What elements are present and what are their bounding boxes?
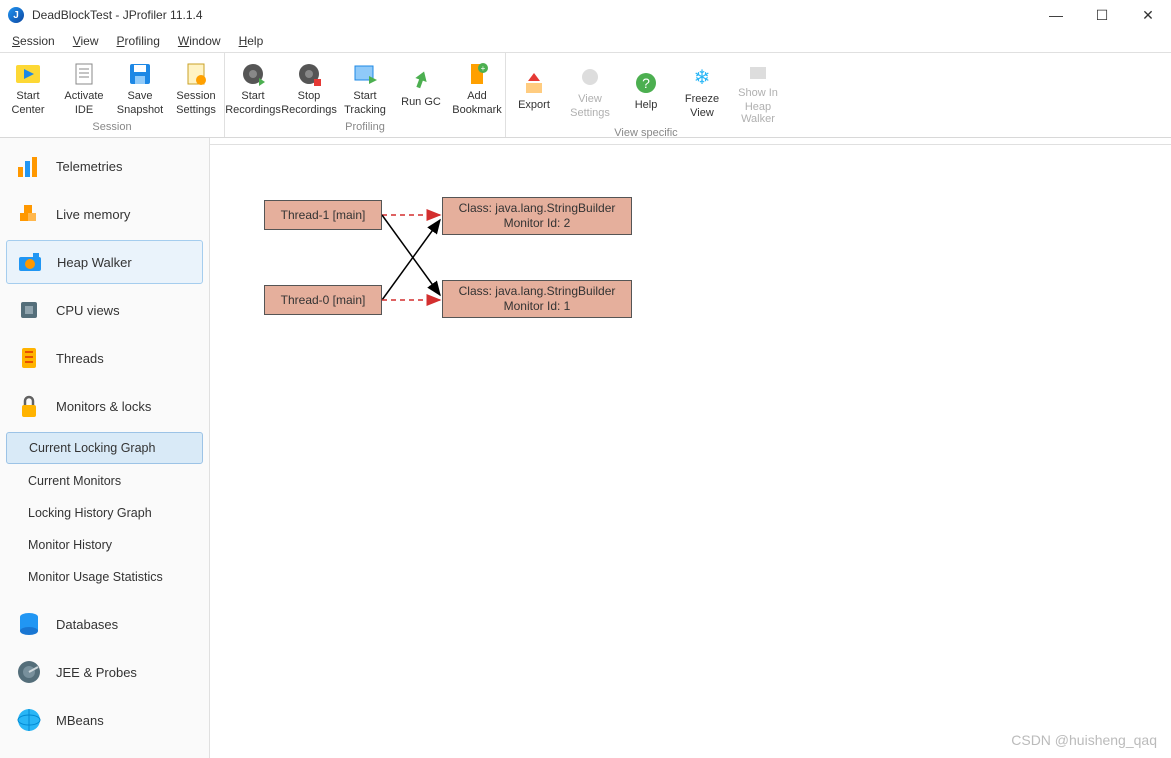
camera-icon [17, 249, 43, 275]
toolbar-group-profiling: Start Recordings Stop Recordings Start T… [225, 53, 506, 137]
stop-recordings-button[interactable]: Stop Recordings [281, 53, 337, 119]
threads-icon [16, 345, 42, 371]
snowflake-icon: ❄ [688, 63, 716, 91]
app-icon: J [8, 7, 24, 23]
settings-note-icon [182, 60, 210, 88]
sidebar-item-label: MBeans [56, 713, 104, 728]
sidebar-item-mbeans[interactable]: MBeans [6, 698, 203, 742]
database-icon [16, 611, 42, 637]
sidebar-item-jee-probes[interactable]: JEE & Probes [6, 650, 203, 694]
sidebar: Telemetries Live memory Heap Walker CPU … [0, 138, 210, 758]
lock-icon [16, 393, 42, 419]
cpu-icon [16, 297, 42, 323]
session-settings-button[interactable]: Session Settings [168, 53, 224, 119]
run-gc-button[interactable]: Run GC [393, 53, 449, 119]
locking-graph-canvas[interactable]: Thread-1 [main] Thread-0 [main] Class: j… [210, 144, 1171, 758]
sidebar-item-label: Heap Walker [57, 255, 132, 270]
help-icon: ? [632, 69, 660, 97]
sidebar-item-label: Telemetries [56, 159, 122, 174]
sidebar-item-label: Threads [56, 351, 104, 366]
view-settings-button: View Settings [562, 53, 618, 125]
window-controls: — ☐ ✕ [1033, 0, 1171, 30]
recycle-icon [407, 66, 435, 94]
menu-window[interactable]: Window [170, 32, 229, 50]
play-icon [14, 60, 42, 88]
svg-text:❄: ❄ [694, 67, 711, 89]
freeze-view-button[interactable]: ❄ Freeze View [674, 53, 730, 125]
sub-item-locking-history-graph[interactable]: Locking History Graph [6, 498, 203, 528]
close-button[interactable]: ✕ [1125, 0, 1171, 30]
start-recordings-button[interactable]: Start Recordings [225, 53, 281, 119]
sub-item-monitor-history[interactable]: Monitor History [6, 530, 203, 560]
thread-node-1[interactable]: Thread-1 [main] [264, 200, 382, 230]
stop-record-icon [295, 60, 323, 88]
save-icon [126, 60, 154, 88]
toolbar-group-label: Profiling [225, 119, 505, 137]
svg-text:+: + [481, 64, 486, 73]
sidebar-item-telemetries[interactable]: Telemetries [6, 144, 203, 188]
cubes-icon [16, 201, 42, 227]
toolbar: Start Center Activate IDE Save Snapshot … [0, 52, 1171, 138]
minimize-button[interactable]: — [1033, 0, 1079, 30]
help-button[interactable]: ? Help [618, 53, 674, 125]
toolbar-group-label: View specific [506, 125, 786, 143]
title-bar: J DeadBlockTest - JProfiler 11.1.4 — ☐ ✕ [0, 0, 1171, 30]
sidebar-item-label: Monitors & locks [56, 399, 151, 414]
graph-arrows [210, 145, 1171, 758]
sidebar-item-monitors-locks[interactable]: Monitors & locks [6, 384, 203, 428]
monitor-node-1[interactable]: Class: java.lang.StringBuilder Monitor I… [442, 280, 632, 318]
toolbar-group-session: Start Center Activate IDE Save Snapshot … [0, 53, 225, 137]
export-icon [520, 69, 548, 97]
bookmark-icon: + [463, 60, 491, 88]
start-tracking-button[interactable]: Start Tracking [337, 53, 393, 119]
sidebar-item-databases[interactable]: Databases [6, 602, 203, 646]
maximize-button[interactable]: ☐ [1079, 0, 1125, 30]
watermark: CSDN @huisheng_qaq [1011, 732, 1157, 748]
radar-icon [16, 659, 42, 685]
tracking-icon [351, 60, 379, 88]
sub-item-current-monitors[interactable]: Current Monitors [6, 466, 203, 496]
monitor-node-2[interactable]: Class: java.lang.StringBuilder Monitor I… [442, 197, 632, 235]
document-icon [70, 60, 98, 88]
sidebar-item-cpu-views[interactable]: CPU views [6, 288, 203, 332]
menu-profiling[interactable]: Profiling [109, 32, 168, 50]
sub-item-current-locking-graph[interactable]: Current Locking Graph [6, 432, 203, 464]
sidebar-item-heap-walker[interactable]: Heap Walker [6, 240, 203, 284]
globe-icon [16, 707, 42, 733]
gear-icon [576, 63, 604, 91]
start-center-button[interactable]: Start Center [0, 53, 56, 119]
menu-help[interactable]: Help [231, 32, 272, 50]
add-bookmark-button[interactable]: + Add Bookmark [449, 53, 505, 119]
sidebar-item-label: Databases [56, 617, 118, 632]
window-title: DeadBlockTest - JProfiler 11.1.4 [32, 8, 203, 22]
menu-session[interactable]: Session [4, 32, 63, 50]
sidebar-item-label: JEE & Probes [56, 665, 137, 680]
sub-item-monitor-usage-stats[interactable]: Monitor Usage Statistics [6, 562, 203, 592]
thread-node-0[interactable]: Thread-0 [main] [264, 285, 382, 315]
sidebar-item-label: CPU views [56, 303, 120, 318]
sidebar-item-threads[interactable]: Threads [6, 336, 203, 380]
menu-bar: Session View Profiling Window Help [0, 30, 1171, 52]
toolbar-group-label: Session [0, 119, 224, 137]
record-icon [239, 60, 267, 88]
activate-ide-button[interactable]: Activate IDE [56, 53, 112, 119]
main-area: Telemetries Live memory Heap Walker CPU … [0, 138, 1171, 758]
menu-view[interactable]: View [65, 32, 107, 50]
toolbar-group-view: Export View Settings ? Help ❄ Freeze Vie… [506, 53, 786, 137]
sidebar-item-label: Live memory [56, 207, 130, 222]
svg-text:?: ? [642, 75, 650, 91]
show-in-heap-button: Show In Heap Walker [730, 53, 786, 125]
sidebar-item-live-memory[interactable]: Live memory [6, 192, 203, 236]
save-snapshot-button[interactable]: Save Snapshot [112, 53, 168, 119]
chart-icon [16, 153, 42, 179]
export-button[interactable]: Export [506, 53, 562, 125]
heap-icon [744, 57, 772, 85]
